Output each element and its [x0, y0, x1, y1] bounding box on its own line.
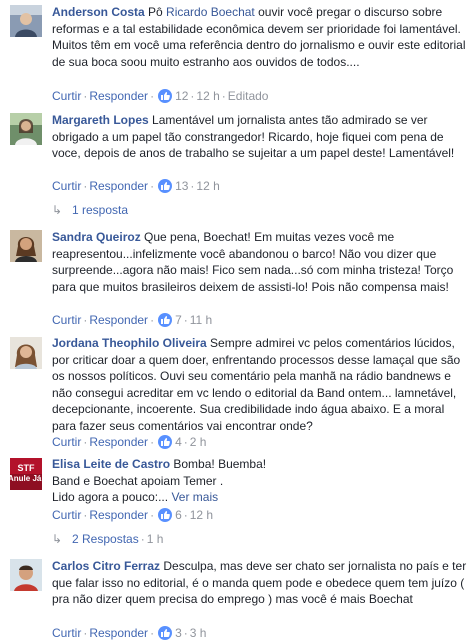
timestamp[interactable]: 12 h	[196, 179, 219, 193]
like-count[interactable]: 4	[175, 435, 182, 449]
like-count[interactable]: 6	[175, 508, 182, 522]
timestamp[interactable]: 12 h	[190, 508, 213, 522]
comment-body: Carlos Citro Ferraz Desculpa, mas deve s…	[52, 558, 469, 608]
reply-button[interactable]: Responder	[89, 435, 148, 449]
avatar[interactable]: STF Anule Já	[10, 458, 42, 490]
like-icon	[158, 626, 173, 640]
edited-label[interactable]: Editado	[228, 89, 269, 103]
avatar[interactable]	[10, 337, 42, 369]
like-button[interactable]: Curtir	[52, 508, 81, 522]
commenter-name[interactable]: Anderson Costa	[52, 5, 145, 19]
avatar[interactable]	[10, 5, 42, 37]
comment-body: Sandra Queiroz Que pena, Boechat! Em mui…	[52, 229, 469, 295]
replies-timestamp: 1 h	[146, 532, 164, 546]
like-button[interactable]: Curtir	[52, 179, 81, 193]
comment-text: Bomba! Buemba!	[170, 457, 267, 471]
commenter-name[interactable]: Margareth Lopes	[52, 113, 149, 127]
replies-count[interactable]: 1 resposta	[72, 203, 128, 217]
comment-body: Anderson Costa Pô Ricardo Boechat ouvir …	[52, 4, 469, 70]
timestamp[interactable]: 3 h	[190, 626, 207, 640]
replies-count[interactable]: 2 Respostas	[72, 532, 139, 546]
comment-actions: Curtir · Responder · 13 · 12 h	[52, 179, 220, 193]
like-icon	[158, 313, 173, 327]
like-count[interactable]: 7	[175, 313, 182, 327]
like-button[interactable]: Curtir	[52, 313, 81, 327]
comment-actions: Curtir · Responder · 3 · 3 h	[52, 626, 207, 640]
like-icon	[158, 435, 173, 449]
comment-actions: Curtir · Responder · 7 · 11 h	[52, 313, 213, 327]
comment-text-line: Band e Boechat apoiam Temer .	[52, 473, 224, 488]
timestamp[interactable]: 11 h	[190, 313, 212, 327]
comment-actions: Curtir · Responder · 12 · 12 h · Editado	[52, 89, 269, 103]
like-icon	[158, 508, 173, 522]
reply-button[interactable]: Responder	[89, 313, 148, 327]
comment-body: Jordana Theophilo Oliveira Sempre admire…	[52, 335, 469, 434]
like-button[interactable]: Curtir	[52, 435, 81, 449]
avatar-text: STF	[17, 463, 35, 473]
comment-actions: Curtir · Responder · 6 · 12 h	[52, 508, 214, 522]
like-icon	[158, 179, 173, 193]
avatar-text: Anule Já	[10, 474, 42, 483]
commenter-name[interactable]: Carlos Citro Ferraz	[52, 559, 160, 573]
commenter-name[interactable]: Elisa Leite de Castro	[52, 457, 170, 471]
comment-text-pre: Pô	[144, 5, 167, 19]
comment-body: Elisa Leite de Castro Bomba! Buemba! Ban…	[52, 456, 469, 506]
commenter-name[interactable]: Sandra Queiroz	[52, 230, 141, 244]
commenter-name[interactable]: Jordana Theophilo Oliveira	[52, 336, 207, 350]
view-replies-link[interactable]: ↳ 1 resposta	[52, 202, 128, 218]
reply-button[interactable]: Responder	[89, 508, 148, 522]
comment-text: Sempre admirei vc pelos comentários lúci…	[52, 336, 461, 433]
timestamp[interactable]: 12 h	[196, 89, 219, 103]
reply-button[interactable]: Responder	[89, 89, 148, 103]
like-count[interactable]: 12	[175, 89, 188, 103]
reply-arrow-icon: ↳	[52, 532, 63, 546]
comment-body: Margareth Lopes Lamentável um jornalista…	[52, 112, 469, 162]
comment-text-line: Lido agora a pouco:...	[52, 490, 169, 504]
avatar[interactable]	[10, 113, 42, 145]
like-count[interactable]: 3	[175, 626, 182, 640]
reply-button[interactable]: Responder	[89, 179, 148, 193]
like-button[interactable]: Curtir	[52, 89, 81, 103]
see-more-link[interactable]: Ver mais	[171, 490, 218, 504]
like-count[interactable]: 13	[175, 179, 188, 193]
view-replies-link[interactable]: ↳ 2 Respostas · 1 h	[52, 531, 163, 547]
mention-link[interactable]: Ricardo Boechat	[166, 5, 255, 19]
like-button[interactable]: Curtir	[52, 626, 81, 640]
like-icon	[158, 89, 173, 103]
reply-button[interactable]: Responder	[89, 626, 148, 640]
avatar[interactable]	[10, 559, 42, 591]
reply-arrow-icon: ↳	[52, 203, 63, 217]
avatar[interactable]	[10, 230, 42, 262]
timestamp[interactable]: 2 h	[190, 435, 207, 449]
comment-actions: Curtir · Responder · 4 · 2 h	[52, 435, 207, 449]
